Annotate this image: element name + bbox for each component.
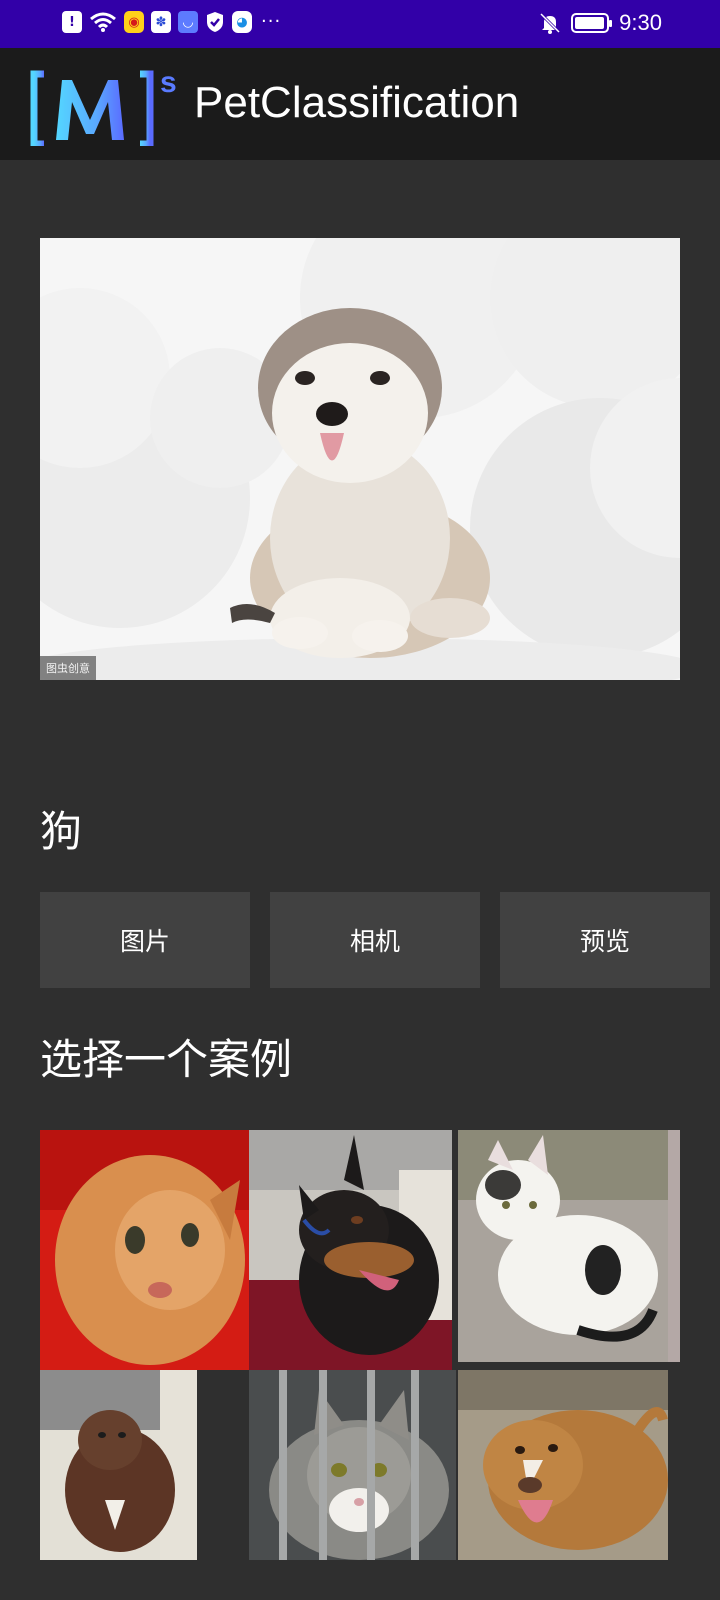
app-logo: s — [30, 66, 177, 146]
status-icons-right: 9:30 — [539, 10, 662, 36]
doberman-dog-image — [249, 1130, 452, 1370]
example-white-kitten[interactable] — [458, 1130, 680, 1362]
status-time: 9:30 — [619, 10, 662, 35]
more-notifications-icon: ··· — [261, 11, 282, 32]
selected-image: 图虫创意 — [40, 238, 680, 680]
white-kitten-image — [458, 1130, 680, 1362]
app-bar: s PetClassification — [0, 48, 720, 160]
battery-icon — [571, 13, 613, 33]
example-pitbull-dog[interactable] — [458, 1370, 668, 1560]
camera-button[interactable]: 相机 — [270, 892, 480, 988]
example-doberman-dog[interactable] — [249, 1130, 452, 1370]
examples-title: 选择一个案例 — [40, 1035, 293, 1084]
puppy-image — [40, 238, 680, 680]
wifi-icon — [90, 12, 116, 32]
example-tabby-cat[interactable] — [249, 1370, 456, 1560]
svg-text:s: s — [160, 66, 177, 99]
example-orange-cat[interactable] — [40, 1130, 249, 1370]
classification-result: 狗 — [40, 807, 83, 856]
image-watermark: 图虫创意 — [40, 656, 96, 680]
weibo-icon: ◉ — [124, 11, 144, 33]
brown-dog-image — [40, 1370, 197, 1560]
status-icons-left: ! ◉ ✽ ◡ ◕ ··· — [62, 11, 281, 33]
app-icon: ◡ — [178, 11, 198, 33]
pitbull-dog-image — [458, 1370, 668, 1560]
tabby-cat-image — [249, 1370, 456, 1560]
alert-icon: ! — [62, 11, 82, 33]
app-title: PetClassification — [194, 78, 520, 127]
battery-level — [575, 17, 604, 29]
status-bar: ! ◉ ✽ ◡ ◕ ··· 9:30 — [0, 0, 720, 48]
image-button[interactable]: 图片 — [40, 892, 250, 988]
example-brown-dog[interactable] — [40, 1370, 197, 1560]
bell-off-icon — [540, 12, 561, 34]
shield-icon — [207, 12, 223, 32]
orange-cat-image — [40, 1130, 249, 1370]
baidu-icon: ✽ — [151, 11, 171, 33]
preview-button[interactable]: 预览 — [500, 892, 710, 988]
browser-icon: ◕ — [232, 11, 252, 33]
